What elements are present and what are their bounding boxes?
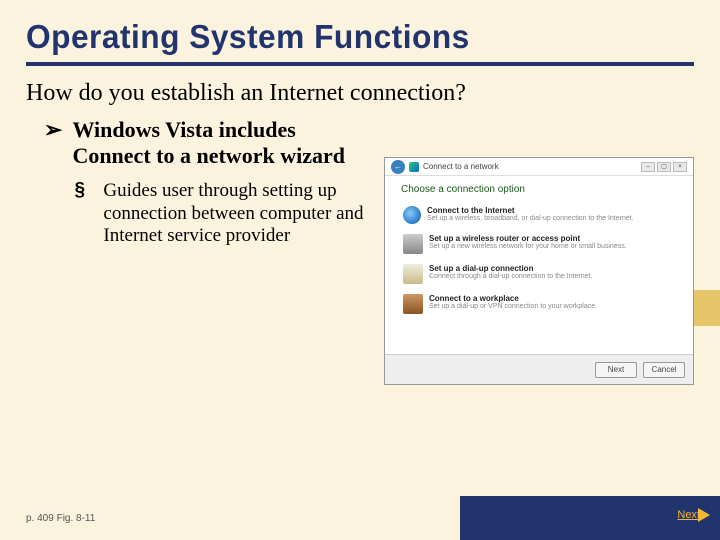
text-column: ➢ Windows Vista includes Connect to a ne… [26, 117, 376, 385]
back-arrow-icon[interactable]: ← [391, 160, 405, 174]
option-subtitle: Connect through a dial-up connection to … [429, 273, 592, 280]
shield-icon [409, 162, 419, 172]
arrow-bullet-icon: ➢ [44, 117, 62, 170]
briefcase-icon [403, 294, 423, 314]
footer-bar: p. 409 Fig. 8-11 Next [0, 496, 720, 540]
next-button[interactable]: Next [677, 508, 710, 522]
option-connect-internet[interactable]: Connect to the Internet Set up a wireles… [401, 203, 677, 227]
slide: Operating System Functions How do you es… [0, 0, 720, 540]
window-title-text: Connect to a network [423, 162, 499, 171]
square-bullet-icon: § [74, 180, 85, 248]
router-icon [403, 234, 423, 254]
decorative-strip [694, 290, 720, 326]
option-subtitle: Set up a new wireless network for your h… [429, 243, 627, 250]
bullet-level2: § Guides user through setting up connect… [26, 180, 376, 248]
option-title: Set up a dial-up connection [429, 264, 592, 273]
option-title: Connect to the Internet [427, 206, 634, 215]
bullet-level1-text: Windows Vista includes Connect to a netw… [72, 117, 376, 170]
subtitle-question: How do you establish an Internet connect… [26, 80, 694, 107]
option-subtitle: Set up a dial-up or VPN connection to yo… [429, 303, 597, 310]
option-subtitle: Set up a wireless, broadband, or dial-up… [427, 215, 634, 222]
content-row: ➢ Windows Vista includes Connect to a ne… [26, 117, 694, 385]
bullet-level1: ➢ Windows Vista includes Connect to a ne… [26, 117, 376, 170]
window-titlebar: ← Connect to a network – ▢ × [385, 158, 693, 176]
screenshot-column: ← Connect to a network – ▢ × Choose a co… [384, 117, 694, 385]
window-controls: – ▢ × [641, 162, 687, 172]
close-button[interactable]: × [673, 162, 687, 172]
footer-left: p. 409 Fig. 8-11 [0, 496, 460, 540]
citation-text: p. 409 Fig. 8-11 [26, 513, 95, 524]
wizard-heading: Choose a connection option [401, 184, 677, 195]
option-workplace[interactable]: Connect to a workplace Set up a dial-up … [401, 291, 677, 317]
option-dialup[interactable]: Set up a dial-up connection Connect thro… [401, 261, 677, 287]
option-wireless-router[interactable]: Set up a wireless router or access point… [401, 231, 677, 257]
wizard-cancel-button[interactable]: Cancel [643, 362, 685, 378]
triangle-right-icon [698, 508, 710, 522]
wizard-window: ← Connect to a network – ▢ × Choose a co… [384, 157, 694, 385]
phone-icon [403, 264, 423, 284]
footer-right: Next [460, 496, 720, 540]
wizard-next-button[interactable]: Next [595, 362, 637, 378]
next-label: Next [677, 509, 700, 521]
option-title: Set up a wireless router or access point [429, 234, 627, 243]
window-body: Choose a connection option Connect to th… [385, 176, 693, 354]
bullet-level2-text: Guides user through setting up connectio… [103, 180, 376, 248]
title-rule [26, 62, 694, 66]
globe-icon [403, 206, 421, 224]
minimize-button[interactable]: – [641, 162, 655, 172]
option-title: Connect to a workplace [429, 294, 597, 303]
window-footer: Next Cancel [385, 354, 693, 384]
maximize-button[interactable]: ▢ [657, 162, 671, 172]
slide-title: Operating System Functions [26, 18, 667, 56]
